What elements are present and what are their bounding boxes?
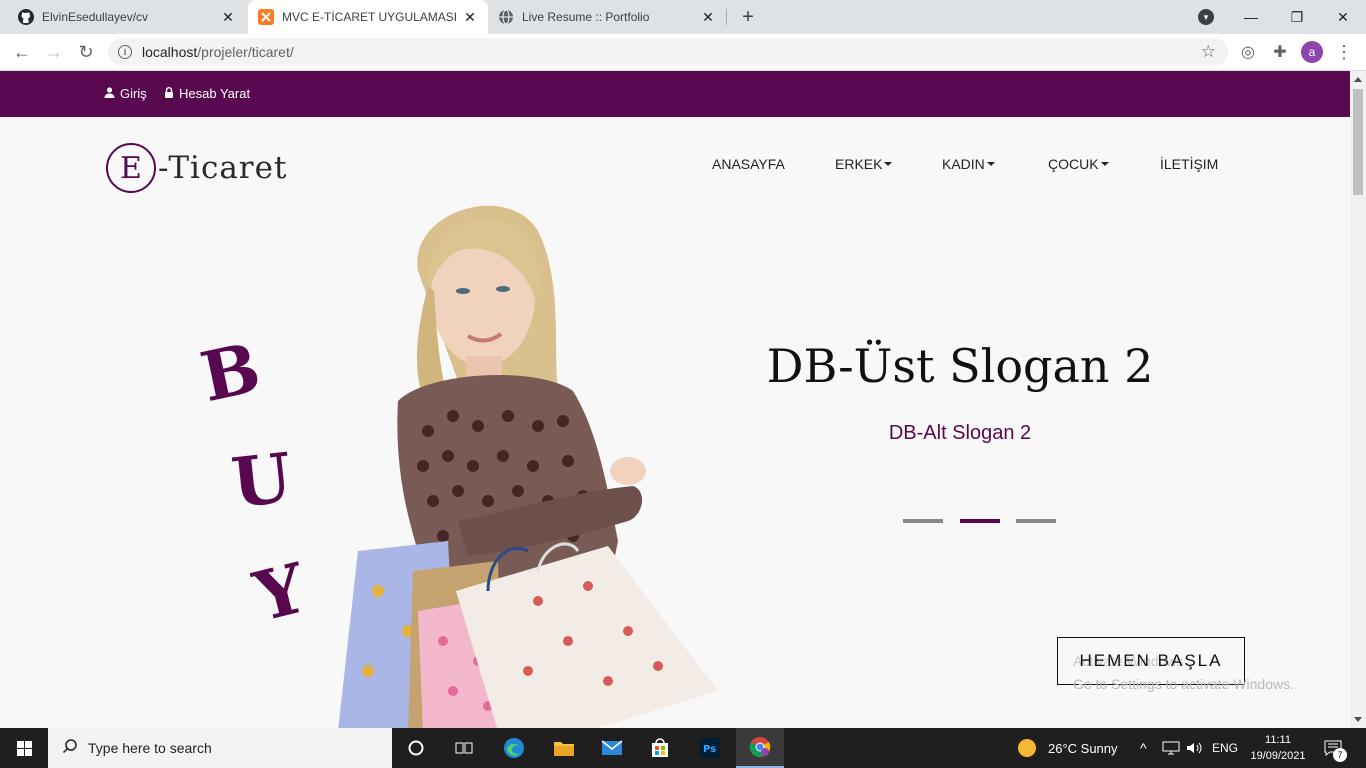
- nav-home[interactable]: ANASAYFA: [712, 156, 785, 172]
- close-tab-icon[interactable]: ✕: [462, 9, 478, 25]
- chrome-icon[interactable]: [736, 728, 784, 768]
- url-host: localhost: [142, 44, 198, 60]
- nav-women-label: KADIN: [942, 156, 985, 172]
- taskbar-search-box[interactable]: Type here to search: [48, 728, 392, 768]
- cortana-icon[interactable]: [392, 728, 440, 768]
- url-path: /projeler/ticaret/: [197, 44, 294, 60]
- start-button[interactable]: [0, 728, 48, 768]
- extensions-puzzle-icon[interactable]: ✚: [1270, 42, 1290, 62]
- task-view-icon[interactable]: [440, 728, 488, 768]
- buy-letter-b: B: [194, 327, 268, 419]
- nav-contact[interactable]: İLETİŞIM: [1160, 156, 1218, 172]
- globe-icon: [498, 9, 514, 25]
- scroll-down-icon[interactable]: [1354, 717, 1362, 722]
- new-tab-button[interactable]: +: [736, 5, 760, 29]
- github-icon: [18, 9, 34, 25]
- nav-kids[interactable]: ÇOCUK: [1048, 156, 1109, 172]
- address-bar[interactable]: i localhost/projeler/ticaret/ ☆: [108, 38, 1228, 66]
- nav-home-label: ANASAYFA: [712, 156, 785, 172]
- profile-avatar[interactable]: a: [1301, 41, 1323, 63]
- tab-title: ElvinEsedullayev/cv: [42, 10, 149, 24]
- slider-dot-3[interactable]: [1016, 519, 1056, 523]
- store-icon[interactable]: [636, 728, 684, 768]
- tab-live-resume[interactable]: Live Resume :: Portfolio ✕: [488, 0, 726, 34]
- edge-icon[interactable]: [490, 728, 538, 768]
- xampp-icon: [258, 9, 274, 25]
- nav-women[interactable]: KADIN: [942, 156, 995, 172]
- search-icon: [62, 738, 78, 759]
- caret-down-icon: [1100, 162, 1109, 166]
- register-link[interactable]: Hesab Yarat: [164, 86, 250, 101]
- tab-divider: [726, 9, 727, 25]
- close-tab-icon[interactable]: ✕: [220, 9, 236, 25]
- lock-icon: [164, 86, 174, 101]
- search-placeholder: Type here to search: [88, 740, 212, 756]
- browser-tab-bar: ElvinEsedullayev/cv ✕ MVC E-TİCARET UYGU…: [0, 0, 1366, 34]
- windows-logo-icon: [16, 740, 32, 756]
- caret-down-icon: [986, 162, 995, 166]
- page-scrollbar[interactable]: [1350, 71, 1366, 728]
- back-icon[interactable]: ←: [10, 40, 34, 64]
- page-viewport: Giriş Hesab Yarat E -Ticaret ANASAYFA ER…: [0, 71, 1350, 728]
- tab-github[interactable]: ElvinEsedullayev/cv ✕: [8, 0, 246, 34]
- caret-down-icon: [884, 162, 893, 166]
- restore-button[interactable]: ❐: [1274, 0, 1320, 34]
- photoshop-icon[interactable]: Ps: [686, 728, 734, 768]
- weather-text: 26°C Sunny: [1048, 740, 1118, 756]
- bookmark-star-icon[interactable]: ☆: [1201, 42, 1216, 62]
- close-window-button[interactable]: ✕: [1320, 0, 1366, 34]
- hero-subheadline: DB-Alt Slogan 2: [888, 422, 1032, 444]
- browser-menu-icon[interactable]: ⋮: [1335, 40, 1353, 64]
- login-link[interactable]: Giriş: [104, 86, 147, 101]
- clock-time: 11:11: [1265, 734, 1291, 746]
- site-top-bar: Giriş Hesab Yarat: [0, 71, 1350, 117]
- windows-taskbar: Type here to search Ps 26°C Sunny ^ ENG …: [0, 728, 1366, 768]
- tab-title: Live Resume :: Portfolio: [522, 10, 650, 24]
- nav-kids-label: ÇOCUK: [1048, 156, 1099, 172]
- slider-dot-2[interactable]: [960, 519, 1000, 523]
- tab-search-icon[interactable]: ▾: [1198, 9, 1214, 25]
- weather-widget[interactable]: 26°C Sunny: [1018, 728, 1118, 768]
- hero-model-image: [338, 205, 718, 728]
- close-tab-icon[interactable]: ✕: [700, 9, 716, 25]
- svg-text:Ps: Ps: [703, 744, 716, 755]
- logo-initial: E: [106, 143, 156, 193]
- minimize-button[interactable]: —: [1228, 0, 1274, 34]
- nav-men-label: ERKEK: [835, 156, 883, 172]
- hero-headline: DB-Üst Slogan 2: [766, 339, 1154, 393]
- sun-icon: [1018, 739, 1036, 757]
- extension-icon[interactable]: ◎: [1238, 42, 1258, 62]
- taskbar-clock[interactable]: 11:11 19/09/2021: [1248, 732, 1308, 764]
- notification-count-badge: 7: [1333, 748, 1347, 762]
- volume-icon[interactable]: [1186, 728, 1204, 768]
- tab-title: MVC E-TİCARET UYGULAMASI: [282, 10, 458, 24]
- language-indicator[interactable]: ENG: [1212, 728, 1238, 768]
- mail-icon[interactable]: [588, 728, 636, 768]
- nav-men[interactable]: ERKEK: [835, 156, 893, 172]
- site-info-icon[interactable]: i: [118, 45, 132, 59]
- scroll-up-icon[interactable]: [1354, 77, 1362, 82]
- logo-text: -Ticaret: [158, 150, 288, 186]
- browser-toolbar: ← → ↻ i localhost/projeler/ticaret/ ☆ ◎ …: [0, 34, 1366, 71]
- tab-eticaret[interactable]: MVC E-TİCARET UYGULAMASI ✕: [248, 0, 488, 34]
- site-logo[interactable]: E -Ticaret: [106, 143, 287, 193]
- network-icon[interactable]: [1162, 728, 1180, 768]
- forward-icon[interactable]: →: [42, 40, 66, 64]
- register-label: Hesab Yarat: [179, 86, 251, 101]
- file-explorer-icon[interactable]: [540, 728, 588, 768]
- login-label: Giriş: [120, 86, 147, 101]
- clock-date: 19/09/2021: [1250, 750, 1306, 762]
- scroll-thumb[interactable]: [1353, 89, 1363, 195]
- activate-windows-subtitle: Go to Settings to activate Windows.: [1073, 676, 1294, 692]
- slider-dot-1[interactable]: [903, 519, 943, 523]
- show-hidden-icons-icon[interactable]: ^: [1140, 728, 1147, 768]
- user-icon: [104, 86, 115, 101]
- buy-letter-y: Y: [247, 548, 314, 638]
- buy-letter-u: U: [227, 438, 296, 524]
- nav-contact-label: İLETİŞIM: [1160, 156, 1219, 172]
- action-center-icon[interactable]: 7: [1322, 737, 1347, 762]
- reload-icon[interactable]: ↻: [74, 40, 98, 64]
